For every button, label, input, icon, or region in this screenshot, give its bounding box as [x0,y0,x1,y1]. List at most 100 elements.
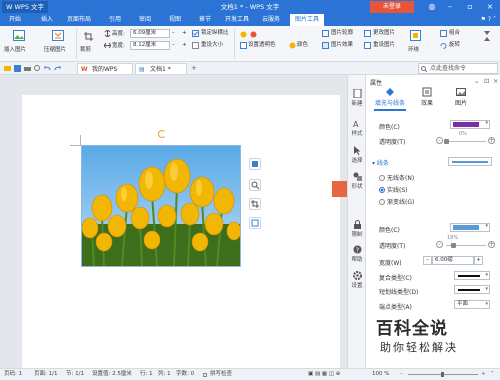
compress-picture-button[interactable]: 压缩图片 [44,46,66,54]
radio-gradient-line[interactable]: 渐变线(G) [379,197,414,206]
settings-button[interactable]: 设置 [348,271,366,289]
reset-size-button[interactable]: 重设大小 [201,41,223,49]
restrict-button[interactable]: 限制 [348,220,366,238]
maximize-icon[interactable]: ▫ [460,0,480,14]
tab-start[interactable]: 开始 [4,14,26,26]
height-decrease-button[interactable]: – [172,29,175,37]
zoom-picture-button[interactable] [249,179,261,191]
new-tab-button[interactable]: + [191,64,197,72]
line-color-picker[interactable]: ▾ [450,223,490,232]
selected-picture[interactable] [81,145,241,267]
tab-developer[interactable]: 开发工具 [222,14,252,26]
new-button[interactable]: 新建 [348,89,366,107]
fill-color-picker[interactable]: ▾ [450,120,490,129]
height-input[interactable]: 6.09厘米 [130,29,170,38]
tab-picture[interactable]: 图片 [444,87,478,107]
panel-close-icon[interactable]: × [493,77,498,85]
fill-transparency-thumb[interactable] [444,139,449,144]
ribbon-help-icons[interactable]: ⚑ ? ˄ [440,14,500,26]
undo-icon[interactable] [44,65,51,72]
line-section-header[interactable]: ▾ 线条 [372,158,389,167]
shape-button[interactable]: 形状 [348,172,366,190]
tab-picture-label: 图片 [454,100,467,107]
line-transparency-thumb[interactable] [451,243,457,248]
change-picture-button[interactable]: 更改图片 [373,29,395,37]
login-button[interactable]: 未登录 [370,1,414,13]
dash-sample [458,289,480,291]
color-button[interactable]: 颜色 [297,41,308,49]
tab-my-wps[interactable]: W 我的WPS [77,63,133,74]
line-width-input[interactable]: 6.00磅 [432,256,474,265]
border-float-button[interactable] [249,217,261,229]
style-label: 样式 [351,131,363,137]
tab-view[interactable]: 视图 [164,14,186,26]
tab-document1[interactable]: ▤ 文档1 * [135,63,187,74]
print-icon[interactable] [24,65,31,72]
tab-picture-tools[interactable]: 图片工具 [290,14,324,26]
width-increase-button[interactable]: + [182,41,187,49]
reset-picture-button[interactable]: 重设图片 [373,41,395,49]
status-spell-check[interactable]: 拼写检查 [210,369,232,380]
spell-check-checkbox[interactable] [203,373,207,377]
zoom-out-button[interactable]: – [400,369,403,380]
tab-cloud[interactable]: 云服务 [258,14,284,26]
select-button[interactable]: 选择 [348,146,366,164]
open-icon[interactable] [4,65,11,72]
redo-icon[interactable] [54,65,61,72]
picture-effect-button[interactable]: 图片效果 [331,41,353,49]
style-button[interactable]: A 样式 [348,119,366,137]
wrap-button[interactable]: 环绕 [408,46,419,54]
zoom-slider-thumb[interactable] [441,372,444,377]
tab-insert[interactable]: 插入 [36,14,58,26]
zoom-in-button[interactable]: + [481,369,486,380]
tab-review[interactable]: 审阅 [134,14,156,26]
tab-effect[interactable]: 效果 [410,87,444,107]
rotate-handle[interactable] [158,130,166,138]
height-increase-button[interactable]: + [182,29,187,37]
lock-ratio-checkbox[interactable] [192,30,199,37]
preview-icon[interactable] [34,65,41,72]
tab-fill-and-line[interactable]: 填充与线条 [373,87,407,107]
combine-button[interactable]: 组合 [449,29,460,37]
help-button[interactable]: ? 帮助 [348,245,366,263]
compound-type-select[interactable]: ▾ [454,271,490,280]
rotate-button[interactable]: 旋转 [449,41,460,49]
panel-pin-icon[interactable]: ⌄ [474,77,479,85]
width-input[interactable]: 8.12厘米 [130,41,170,50]
line-width-decrease[interactable]: – [423,256,432,265]
line-style-preview[interactable] [448,157,492,166]
command-search-input[interactable]: 点此查找命令 [418,63,498,74]
dash-type-select[interactable]: ▾ [454,285,490,294]
crop-float-button[interactable] [249,198,261,210]
panel-dock-icon[interactable]: ⊡ [484,77,489,85]
radio-no-line[interactable]: 无线条(N) [379,173,414,182]
tab-reference[interactable]: 引用 [104,14,126,26]
ribbon-scroll-icon[interactable] [483,30,491,42]
status-word-count[interactable]: 字数: 0 [176,369,194,380]
compound-type-label: 复合类型(C) [379,275,412,282]
line-width-increase[interactable]: + [474,256,483,265]
line-transparency-decrease[interactable]: - [436,241,443,248]
expand-icon[interactable]: ⌃ [490,369,495,380]
line-transparency-increase[interactable]: + [488,241,495,248]
picture-outline-button[interactable]: 图片轮廓 [331,29,353,37]
tab-page-layout[interactable]: 页面布局 [64,14,94,26]
set-transparent-button[interactable]: 设置透明色 [248,41,276,49]
zoom-level[interactable]: 100 % [372,369,389,380]
layout-options-button[interactable] [249,158,261,170]
width-decrease-button[interactable]: – [172,41,175,49]
insert-picture-button[interactable]: 插入图片 [4,46,26,54]
close-icon[interactable]: × [480,0,500,14]
fill-transparency-decrease[interactable]: - [436,137,443,144]
tab-section[interactable]: 章节 [194,14,216,26]
save-icon[interactable] [14,65,21,72]
crop-button[interactable]: 裁剪 [80,46,91,54]
minimize-icon[interactable]: – [440,0,460,14]
view-mode-icons[interactable]: ▣ ▤ ▦ ◫ ⊕ [308,369,340,380]
fill-transparency-slider[interactable] [446,141,486,142]
skin-icon[interactable]: ◍ [422,0,442,14]
effect-icon [422,87,432,97]
fill-transparency-increase[interactable]: + [488,137,495,144]
radio-solid-line[interactable]: 实线(S) [379,185,408,194]
endpoint-type-select[interactable]: 平面 ▾ [454,300,490,309]
